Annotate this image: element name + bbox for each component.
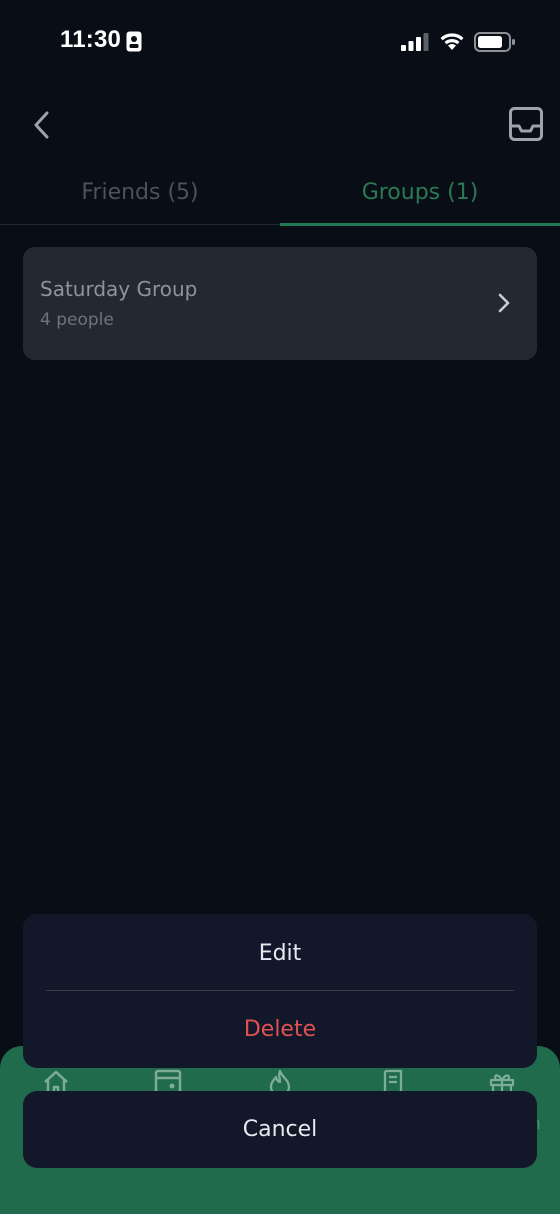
active-tab-indicator: [280, 223, 560, 226]
delete-button[interactable]: Delete: [23, 992, 537, 1068]
back-chevron-icon[interactable]: [28, 108, 56, 142]
edit-button[interactable]: Edit: [23, 916, 537, 992]
status-time: 11:30: [60, 26, 122, 53]
screen: 11:30 Friends (5) Groups (1) Saturday Gr…: [0, 0, 560, 1214]
wifi-icon: [440, 33, 464, 50]
group-member-count: 4 people: [40, 310, 114, 330]
chevron-right-icon: [498, 293, 510, 313]
battery-icon: [474, 32, 515, 52]
friends-groups-tabs: Friends (5) Groups (1): [0, 170, 560, 226]
tab-groups[interactable]: Groups (1): [280, 170, 560, 222]
status-bar: 11:30: [0, 0, 560, 84]
sheet-divider: [46, 990, 514, 991]
group-list-item[interactable]: Saturday Group 4 people: [23, 247, 537, 360]
cancel-button[interactable]: Cancel: [23, 1091, 537, 1168]
signal-icon: [401, 33, 429, 51]
id-card-icon: [126, 31, 142, 52]
tab-friends[interactable]: Friends (5): [0, 170, 280, 222]
inbox-icon[interactable]: [508, 106, 544, 142]
action-sheet: Edit Delete: [23, 914, 537, 1068]
group-name: Saturday Group: [40, 277, 198, 301]
